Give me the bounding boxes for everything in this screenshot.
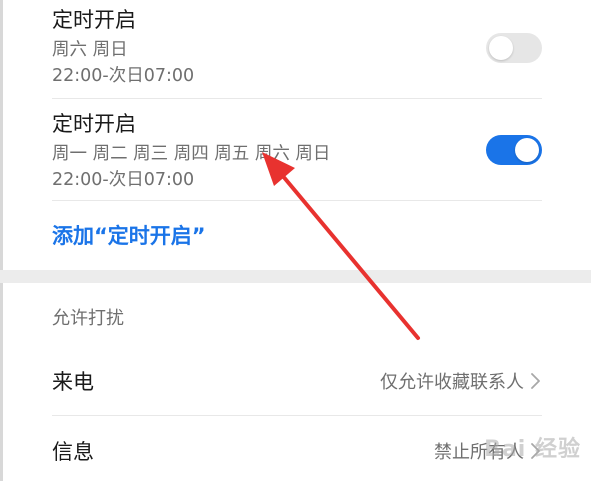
messages-setting-row[interactable]: 信息 禁止所有人 xyxy=(52,421,542,481)
schedule-toggle-everyday[interactable] xyxy=(486,135,542,165)
schedule-title: 定时开启 xyxy=(52,112,136,136)
schedule-days: 周六 周日 xyxy=(52,40,128,60)
messages-label: 信息 xyxy=(52,440,94,464)
toggle-knob xyxy=(489,36,513,60)
left-edge-border xyxy=(0,0,3,481)
calls-label: 来电 xyxy=(52,370,94,394)
add-schedule-link[interactable]: 添加“定时开启” xyxy=(52,223,206,249)
schedule-time: 22:00-次日07:00 xyxy=(52,170,195,190)
divider xyxy=(52,415,542,416)
divider xyxy=(52,98,542,99)
watermark-logo: Bai 经验 xyxy=(484,437,581,462)
chevron-right-icon xyxy=(531,373,540,389)
schedule-days: 周一 周二 周三 周四 周五 周六 周日 xyxy=(52,144,331,164)
schedule-title: 定时开启 xyxy=(52,8,136,32)
divider xyxy=(52,200,542,201)
allow-section-header: 允许打扰 xyxy=(52,308,124,329)
schedule-item-weekend[interactable]: 定时开启 周六 周日 22:00-次日07:00 xyxy=(52,8,542,96)
schedule-item-everyday[interactable]: 定时开启 周一 周二 周三 周四 周五 周六 周日 22:00-次日07:00 xyxy=(52,112,542,200)
schedule-toggle-weekend[interactable] xyxy=(486,33,542,63)
schedule-time: 22:00-次日07:00 xyxy=(52,66,195,86)
toggle-knob xyxy=(515,138,539,162)
calls-setting-row[interactable]: 来电 仅允许收藏联系人 xyxy=(52,351,542,411)
section-separator xyxy=(0,270,591,283)
calls-value: 仅允许收藏联系人 xyxy=(380,372,524,393)
